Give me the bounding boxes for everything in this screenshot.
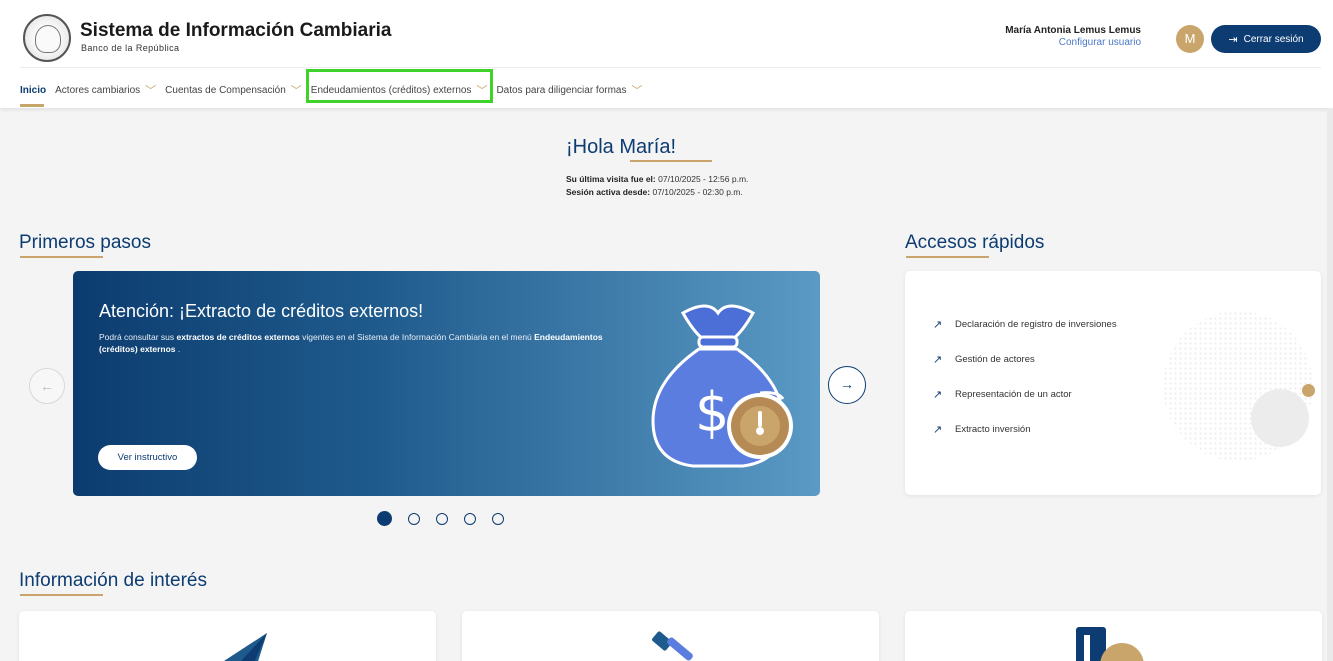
primeros-pasos-underline — [20, 256, 103, 258]
quick-access-label: Representación de un actor — [955, 389, 1072, 400]
quick-access-list: ↗ Declaración de registro de inversiones… — [933, 307, 1117, 447]
greeting-title: ¡Hola María! — [566, 136, 677, 158]
external-link-icon: ↗ — [933, 389, 943, 401]
informacion-interes-title: Información de interés — [19, 570, 207, 591]
external-link-icon: ↗ — [933, 424, 943, 436]
chevron-down-icon: ﹀ — [290, 85, 302, 97]
carousel-dot[interactable] — [377, 511, 392, 526]
avatar[interactable]: M — [1176, 25, 1204, 53]
nav-item-datos-formas[interactable]: Datos para diligenciar formas ﹀ — [496, 82, 642, 98]
last-visit-label: Su última visita fue el: — [566, 174, 656, 184]
gold-dot-decoration — [1302, 384, 1315, 397]
quick-access-label: Declaración de registro de inversiones — [955, 319, 1117, 330]
carousel-dot[interactable] — [436, 512, 448, 525]
quick-access-label: Extracto inversión — [955, 424, 1031, 435]
external-link-icon: ↗ — [933, 319, 943, 331]
header-divider — [20, 67, 1321, 68]
banco-republica-logo — [23, 14, 71, 62]
nav-highlight-box — [306, 69, 493, 103]
app-title: Sistema de Información Cambiaria — [80, 20, 392, 41]
primeros-pasos-title: Primeros pasos — [19, 232, 151, 253]
session-label: Sesión activa desde: — [566, 187, 651, 197]
active-nav-underline — [20, 104, 44, 107]
banner-text-part: vigentes en el Sistema de Información Ca… — [299, 332, 535, 342]
info-card[interactable] — [905, 611, 1322, 661]
banner-text-part: . — [175, 344, 181, 354]
carousel-next-button[interactable]: → — [828, 366, 866, 404]
chevron-down-icon: ﹀ — [631, 85, 643, 97]
quick-access-label: Gestión de actores — [955, 354, 1035, 365]
app-subtitle: Banco de la República — [81, 43, 180, 53]
nav-item-label: Inicio — [20, 84, 47, 96]
quick-access-item[interactable]: ↗ Representación de un actor — [933, 377, 1117, 412]
svg-text:$: $ — [695, 381, 729, 444]
banner-title: Atención: ¡Extracto de créditos externos… — [99, 301, 424, 321]
nav-item-label: Actores cambiarios — [55, 84, 141, 96]
greeting-underline — [630, 160, 712, 162]
session-row: Sesión activa desde: 07/10/2025 - 02:30 … — [566, 187, 743, 197]
logout-icon: ⇥ — [1228, 33, 1238, 46]
chevron-down-icon: ﹀ — [145, 85, 157, 97]
info-card[interactable] — [462, 611, 879, 661]
informacion-interes-underline — [20, 594, 103, 596]
info-card[interactable] — [19, 611, 436, 661]
last-visit-row: Su última visita fue el: 07/10/2025 - 12… — [566, 174, 748, 184]
nav-item-inicio[interactable]: Inicio — [20, 85, 46, 96]
top-header: Sistema de Información Cambiaria Banco d… — [0, 0, 1333, 108]
page-scrollbar[interactable] — [1327, 108, 1333, 661]
quick-access-card: ↗ Declaración de registro de inversiones… — [905, 271, 1321, 495]
nav-item-label: Datos para diligenciar formas — [496, 84, 627, 96]
quick-access-item[interactable]: ↗ Gestión de actores — [933, 342, 1117, 377]
user-name: María Antonia Lemus Lemus — [1005, 25, 1141, 36]
arrow-right-icon: → — [840, 376, 854, 392]
last-visit-value: 07/10/2025 - 12:56 p.m. — [658, 174, 749, 184]
document-coin-icon — [1076, 627, 1144, 661]
nav-item-cuentas-compensacion[interactable]: Cuentas de Compensación ﹀ — [165, 82, 302, 98]
carousel-prev-button[interactable]: ← — [29, 368, 65, 404]
quick-access-item[interactable]: ↗ Extracto inversión — [933, 412, 1117, 447]
gavel-icon — [652, 631, 693, 661]
banner-text-bold: extractos de créditos externos — [176, 332, 300, 342]
ver-instructivo-button[interactable]: Ver instructivo — [98, 445, 197, 470]
decoration-circle — [1251, 389, 1309, 447]
carousel-dot[interactable] — [408, 512, 420, 525]
nav-item-label: Cuentas de Compensación — [165, 84, 286, 96]
carousel-dot[interactable] — [492, 512, 504, 525]
nav-item-actores-cambiarios[interactable]: Actores cambiarios ﹀ — [55, 82, 156, 98]
banner-text-part: Podrá consultar sus — [99, 332, 177, 342]
accesos-rapidos-title: Accesos rápidos — [905, 232, 1045, 253]
banner-text: Podrá consultar sus extractos de crédito… — [99, 331, 629, 355]
configure-user-link[interactable]: Configurar usuario — [1059, 37, 1141, 48]
quick-access-item[interactable]: ↗ Declaración de registro de inversiones — [933, 307, 1117, 342]
money-bag-icon: $ — [651, 304, 793, 468]
paper-plane-icon — [223, 633, 267, 661]
accesos-rapidos-underline — [906, 256, 989, 258]
logout-button[interactable]: ⇥ Cerrar sesión — [1211, 25, 1321, 53]
session-value: 07/10/2025 - 02:30 p.m. — [652, 187, 743, 197]
carousel-dot[interactable] — [464, 512, 476, 525]
carousel-slide: Atención: ¡Extracto de créditos externos… — [73, 271, 820, 496]
external-link-icon: ↗ — [933, 354, 943, 366]
carousel-dots — [377, 511, 504, 526]
arrow-left-icon: ← — [40, 378, 54, 394]
logout-label: Cerrar sesión — [1243, 33, 1304, 45]
